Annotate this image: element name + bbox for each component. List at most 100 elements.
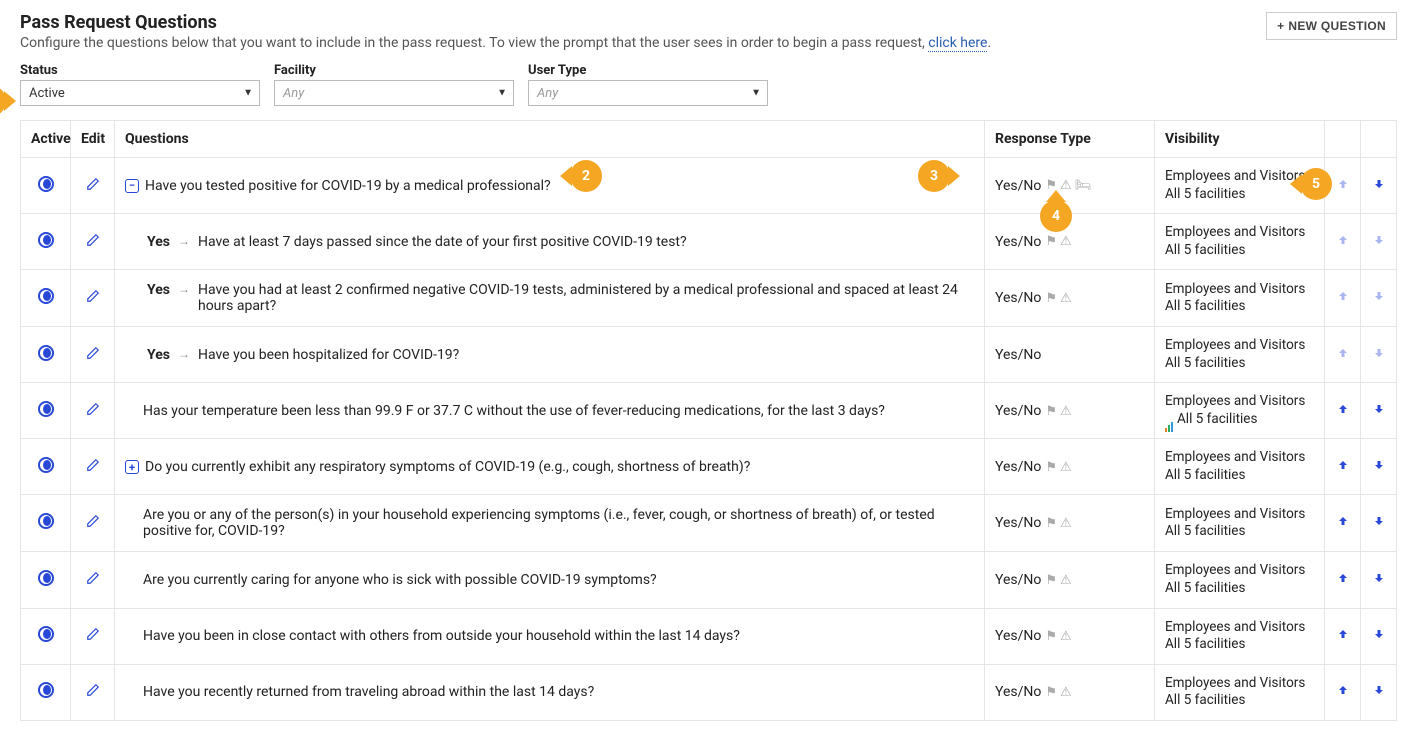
table-row: Has your temperature been less than 99.9… xyxy=(21,383,1397,439)
move-up-button[interactable] xyxy=(1337,459,1349,475)
active-toggle[interactable] xyxy=(38,626,54,642)
visibility-scope: All 5 facilities xyxy=(1165,523,1314,541)
flag-icon: ⚑ xyxy=(1045,629,1057,644)
edit-icon[interactable] xyxy=(86,571,100,589)
edit-icon[interactable] xyxy=(86,458,100,476)
collapse-icon[interactable]: − xyxy=(125,179,139,193)
move-up-button[interactable] xyxy=(1337,515,1349,531)
move-down-button[interactable] xyxy=(1373,515,1385,531)
flag-icon: ⚑ xyxy=(1045,516,1057,531)
move-down-button[interactable] xyxy=(1373,178,1385,194)
visibility-audience: Employees and Visitors xyxy=(1165,562,1314,580)
click-here-link[interactable]: click here xyxy=(928,35,987,52)
warning-icon: ⚠ xyxy=(1060,234,1072,249)
warning-icon: ⚠ xyxy=(1060,516,1072,531)
question-text: Are you currently caring for anyone who … xyxy=(125,572,974,588)
warning-icon: ⚠ xyxy=(1060,573,1072,588)
edit-icon[interactable] xyxy=(86,683,100,701)
col-move-down xyxy=(1361,121,1397,158)
table-row: +Do you currently exhibit any respirator… xyxy=(21,439,1397,495)
flag-icon: ⚑ xyxy=(1045,404,1057,419)
active-toggle[interactable] xyxy=(38,345,54,361)
active-toggle[interactable] xyxy=(38,457,54,473)
warning-icon: ⚠ xyxy=(1060,460,1072,475)
response-type: Yes/No xyxy=(995,459,1041,475)
status-value: Active xyxy=(29,86,65,101)
move-up-button[interactable] xyxy=(1337,572,1349,588)
callout-2: 2 xyxy=(570,160,602,192)
active-toggle[interactable] xyxy=(38,401,54,417)
bar-chart-icon xyxy=(1165,414,1175,424)
subtitle-prefix: Configure the questions below that you w… xyxy=(20,35,928,51)
question-text: Have you been in close contact with othe… xyxy=(125,628,974,644)
flag-icon: ⚑ xyxy=(1045,291,1057,306)
edit-icon[interactable] xyxy=(86,289,100,307)
caret-down-icon: ▼ xyxy=(243,88,253,99)
answer-prefix: Yes xyxy=(147,282,170,298)
move-down-button[interactable] xyxy=(1373,403,1385,419)
active-toggle[interactable] xyxy=(38,513,54,529)
move-up-button[interactable] xyxy=(1337,684,1349,700)
edit-icon[interactable] xyxy=(86,177,100,195)
response-type: Yes/No xyxy=(995,178,1041,194)
page-title: Pass Request Questions xyxy=(20,12,1266,33)
flag-icon: ⚑ xyxy=(1045,685,1057,700)
move-down-button[interactable] xyxy=(1373,290,1385,306)
callout-4: 4 xyxy=(1040,200,1072,232)
move-up-button[interactable] xyxy=(1337,290,1349,306)
active-toggle[interactable] xyxy=(38,288,54,304)
move-down-button[interactable] xyxy=(1373,572,1385,588)
edit-icon[interactable] xyxy=(86,233,100,251)
response-type: Yes/No xyxy=(995,572,1041,588)
expand-icon[interactable]: + xyxy=(125,460,139,474)
move-up-button[interactable] xyxy=(1337,628,1349,644)
edit-icon[interactable] xyxy=(86,402,100,420)
question-text: Are you or any of the person(s) in your … xyxy=(125,507,974,539)
response-type: Yes/No xyxy=(995,347,1041,363)
status-select[interactable]: Active ▼ xyxy=(20,80,260,106)
callout-3: 3 xyxy=(918,160,950,192)
move-up-button[interactable] xyxy=(1337,178,1349,194)
table-row: Are you currently caring for anyone who … xyxy=(21,552,1397,608)
usertype-label: User Type xyxy=(528,63,768,78)
move-up-button[interactable] xyxy=(1337,234,1349,250)
question-text: Have you been hospitalized for COVID-19? xyxy=(198,347,459,363)
visibility-audience: Employees and Visitors xyxy=(1165,393,1314,411)
facility-label: Facility xyxy=(274,63,514,78)
new-question-button[interactable]: + NEW QUESTION xyxy=(1266,12,1397,40)
table-row: Have you been in close contact with othe… xyxy=(21,608,1397,664)
warning-icon: ⚠ xyxy=(1060,404,1072,419)
visibility-scope: All 5 facilities xyxy=(1165,636,1314,654)
answer-prefix: Yes xyxy=(147,234,170,250)
table-row: Yes→Have at least 7 days passed since th… xyxy=(21,214,1397,270)
visibility-audience: Employees and Visitors xyxy=(1165,224,1314,242)
warning-icon: ⚠ xyxy=(1060,685,1072,700)
table-row: −Have you tested positive for COVID-19 b… xyxy=(21,158,1397,214)
active-toggle[interactable] xyxy=(38,176,54,192)
move-down-button[interactable] xyxy=(1373,347,1385,363)
edit-icon[interactable] xyxy=(86,627,100,645)
move-down-button[interactable] xyxy=(1373,459,1385,475)
move-down-button[interactable] xyxy=(1373,234,1385,250)
question-text: Have you had at least 2 confirmed negati… xyxy=(198,282,974,314)
usertype-select[interactable]: Any ▼ xyxy=(528,80,768,106)
move-down-button[interactable] xyxy=(1373,684,1385,700)
edit-icon[interactable] xyxy=(86,514,100,532)
active-toggle[interactable] xyxy=(38,682,54,698)
table-row: Have you recently returned from travelin… xyxy=(21,664,1397,720)
col-edit: Edit xyxy=(71,121,115,158)
move-down-button[interactable] xyxy=(1373,628,1385,644)
move-up-button[interactable] xyxy=(1337,347,1349,363)
facility-select[interactable]: Any ▼ xyxy=(274,80,514,106)
arrow-right-icon: → xyxy=(178,234,190,248)
plus-icon: + xyxy=(1277,19,1284,33)
col-move-up xyxy=(1325,121,1361,158)
active-toggle[interactable] xyxy=(38,570,54,586)
active-toggle[interactable] xyxy=(38,232,54,248)
col-response: Response Type xyxy=(985,121,1155,158)
move-up-button[interactable] xyxy=(1337,403,1349,419)
question-text: Has your temperature been less than 99.9… xyxy=(125,403,974,419)
visibility-scope: All 5 facilities xyxy=(1165,580,1314,598)
edit-icon[interactable] xyxy=(86,346,100,364)
table-row: Yes→Have you had at least 2 confirmed ne… xyxy=(21,270,1397,327)
